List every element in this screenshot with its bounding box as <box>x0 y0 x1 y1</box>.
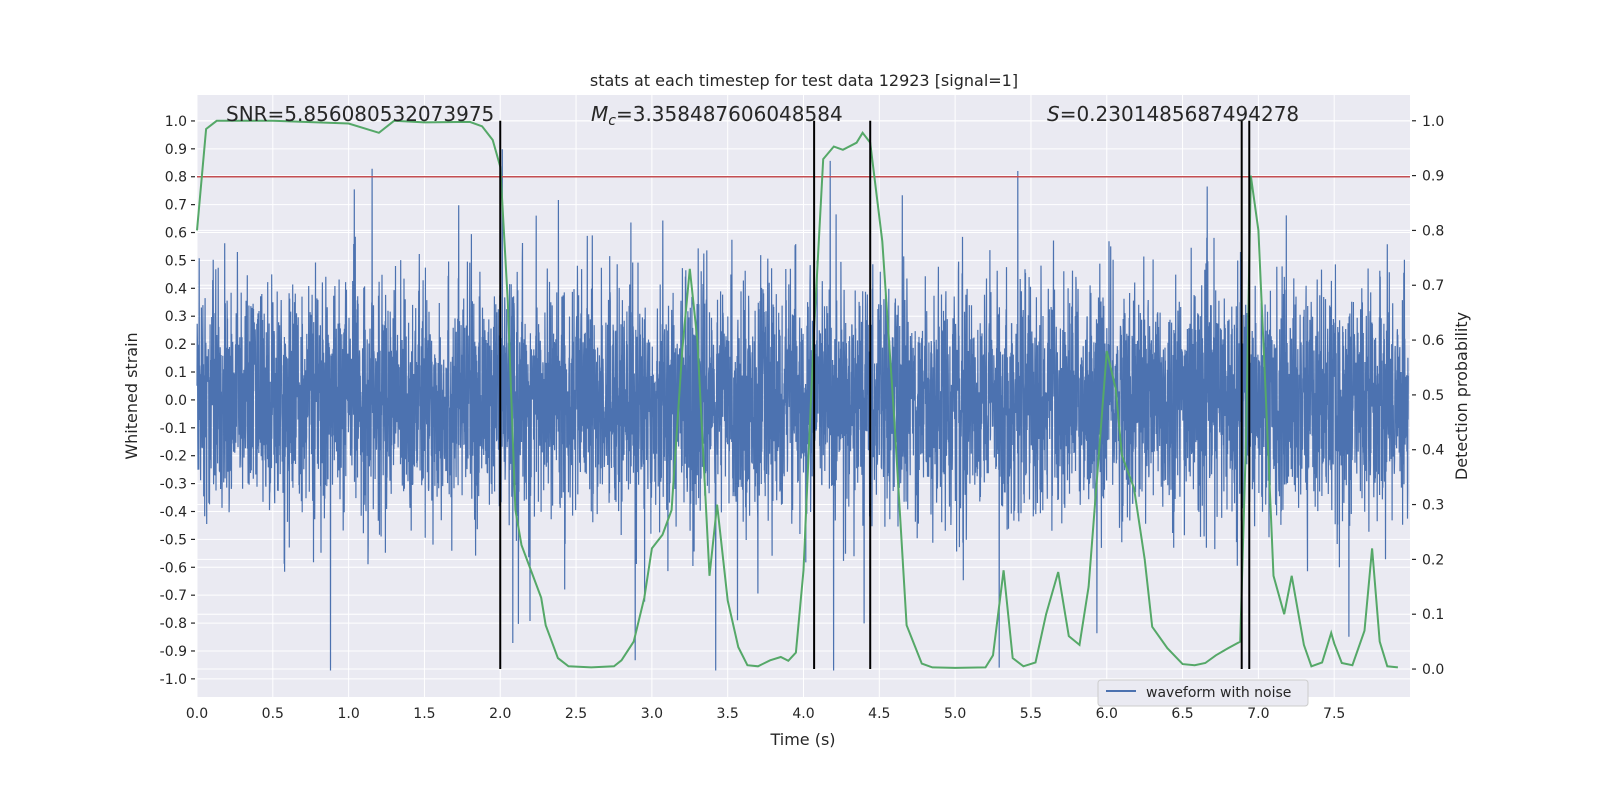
x-tick-label: 4.5 <box>868 706 890 722</box>
y-tick-label: 1.0 <box>165 114 187 130</box>
y-axis-label: Whitened strain <box>122 332 141 459</box>
x-tick-label: 0.0 <box>186 706 208 722</box>
y-right-tick-label: 0.5 <box>1422 388 1444 404</box>
y-right-tick-label: 0.3 <box>1422 498 1444 514</box>
y-tick-label: 0.7 <box>165 198 187 214</box>
y-tick-label: -0.4 <box>160 504 187 520</box>
x-tick-label: 5.5 <box>1020 706 1042 722</box>
legend: waveform with noise <box>1097 679 1309 707</box>
x-tick-label: 0.5 <box>262 706 284 722</box>
legend-label: waveform with noise <box>1146 685 1291 701</box>
y-tick-label: 0.4 <box>165 281 187 297</box>
mc-value: =3.358487606048584 <box>616 102 843 126</box>
x-axis-label: Time (s) <box>769 730 835 749</box>
annotation-s: S=0.2301485687494278 <box>1047 102 1299 126</box>
y-tick-label: -0.7 <box>160 588 187 604</box>
x-tick-label: 6.5 <box>1171 706 1193 722</box>
y-right-tick-label: 0.9 <box>1422 169 1444 185</box>
y-right-tick-label: 0.1 <box>1422 607 1444 623</box>
s-value: =0.2301485687494278 <box>1060 102 1299 126</box>
y-tick-label: -1.0 <box>160 672 187 688</box>
y-right-tick-label: 0.0 <box>1422 662 1444 678</box>
y-tick-label: -0.8 <box>160 616 187 632</box>
y-right-tick-label: 0.8 <box>1422 223 1444 239</box>
y-tick-label: -0.3 <box>160 477 187 493</box>
y-right-tick-label: 0.6 <box>1422 333 1444 349</box>
y-tick-label: -0.9 <box>160 644 187 660</box>
chart-title: stats at each timestep for test data 129… <box>590 71 1018 90</box>
y-tick-label: 0.8 <box>165 170 187 186</box>
chart: stats at each timestep for test data 129… <box>122 71 1471 749</box>
x-tick-label: 3.5 <box>717 706 739 722</box>
y-tick-label: -0.1 <box>160 421 187 437</box>
y-right-tick-label: 0.7 <box>1422 278 1444 294</box>
y-tick-label: 0.5 <box>165 253 187 269</box>
y-tick-label: -0.6 <box>160 560 187 576</box>
y-tick-label: 0.1 <box>165 365 187 381</box>
x-tick-label: 1.0 <box>337 706 359 722</box>
x-tick-label: 2.0 <box>489 706 511 722</box>
y-tick-label: -0.5 <box>160 532 187 548</box>
y-right-tick-label: 0.2 <box>1422 552 1444 568</box>
y-right-tick-label: 1.0 <box>1422 114 1444 130</box>
annotation-mc: Mc=3.358487606048584 <box>591 102 843 129</box>
y-tick-label: -0.2 <box>160 449 187 465</box>
y-right-tick-label: 0.4 <box>1422 443 1444 459</box>
y-tick-label: 0.0 <box>165 393 187 409</box>
annotation-snr: SNR=5.856080532073975 <box>226 102 494 126</box>
x-tick-label: 7.5 <box>1323 706 1345 722</box>
y-axis-right-label: Detection probability <box>1452 312 1471 480</box>
x-tick-label: 5.0 <box>944 706 966 722</box>
y-tick-label: 0.9 <box>165 142 187 158</box>
x-tick-label: 4.0 <box>792 706 814 722</box>
y-tick-label: 0.3 <box>165 309 187 325</box>
x-tick-label: 7.0 <box>1247 706 1269 722</box>
s-symbol: S <box>1047 102 1060 126</box>
y-tick-label: 0.2 <box>165 337 187 353</box>
y-tick-label: 0.6 <box>165 226 187 242</box>
x-tick-label: 1.5 <box>413 706 435 722</box>
x-tick-label: 6.0 <box>1096 706 1118 722</box>
x-tick-label: 3.0 <box>641 706 663 722</box>
x-tick-label: 2.5 <box>565 706 587 722</box>
mc-symbol: M <box>591 102 608 126</box>
